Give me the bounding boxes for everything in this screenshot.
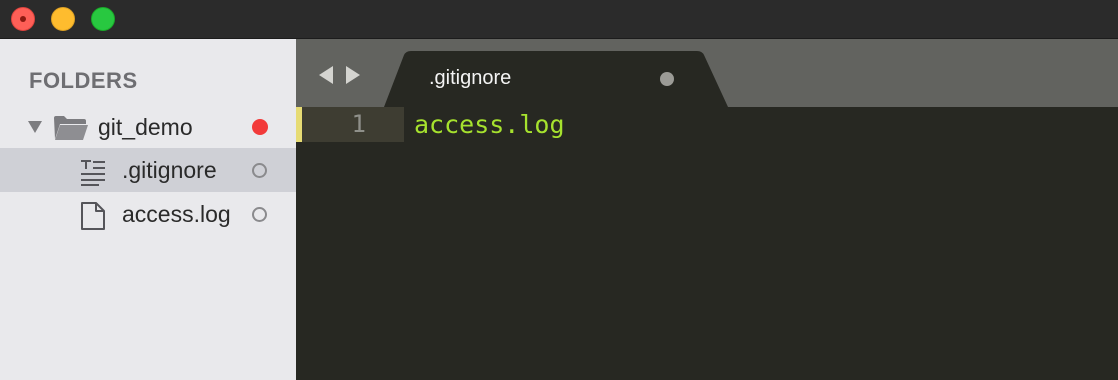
sidebar-item-access-log[interactable]: access.log <box>0 192 296 236</box>
sidebar-item-gitignore[interactable]: .gitignore <box>0 148 296 192</box>
sidebar-item-git-demo[interactable]: git_demo <box>0 105 296 149</box>
code-editor[interactable]: 1 access.log <box>296 107 1118 380</box>
tab-label: .gitignore <box>429 67 512 89</box>
sidebar: FOLDERS git_demo .gitignore access.log <box>0 39 296 380</box>
folder-open-icon <box>54 116 88 140</box>
folders-header: FOLDERS <box>29 68 138 93</box>
tab-gitignore[interactable]: .gitignore <box>384 51 730 107</box>
modified-status-dot <box>252 119 268 135</box>
file-icon <box>81 202 105 230</box>
file-label: access.log <box>122 201 231 227</box>
line-number: 1 <box>351 110 366 138</box>
zoom-window-button[interactable] <box>91 7 115 31</box>
title-bar <box>0 0 1118 39</box>
gutter-line: 1 <box>296 107 404 142</box>
chevron-left-icon[interactable] <box>317 65 335 85</box>
folder-label: git_demo <box>98 114 193 140</box>
file-label: .gitignore <box>122 157 217 183</box>
close-tab-button[interactable] <box>660 72 674 86</box>
tab-bar: .gitignore <box>296 39 1118 107</box>
chevron-right-icon[interactable] <box>344 65 362 85</box>
disclosure-triangle-icon[interactable] <box>28 121 42 133</box>
open-status-dot <box>252 163 267 178</box>
editor-window: FOLDERS git_demo .gitignore access.log .… <box>0 0 1118 380</box>
close-window-button[interactable] <box>11 7 35 31</box>
minimize-window-button[interactable] <box>51 7 75 31</box>
code-line[interactable]: access.log <box>414 107 565 142</box>
open-status-dot <box>252 207 267 222</box>
text-file-icon <box>81 160 105 186</box>
navigation-arrows <box>317 65 365 85</box>
